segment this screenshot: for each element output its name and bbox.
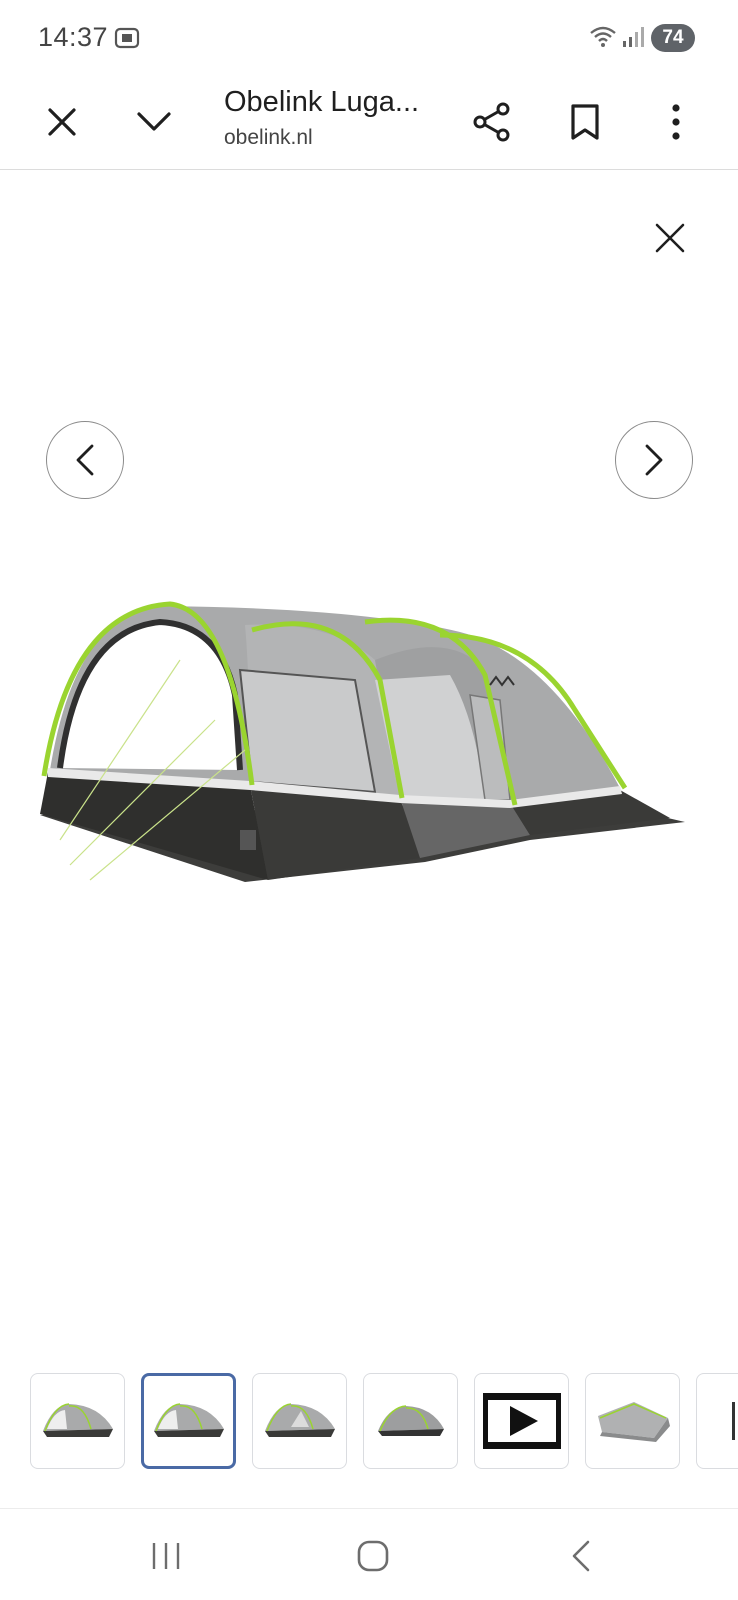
share-button[interactable] — [466, 96, 518, 148]
tent-image — [377, 1405, 444, 1436]
bookmark-button[interactable] — [559, 96, 611, 148]
thumbnail-3[interactable] — [252, 1373, 347, 1469]
signal-icon — [622, 26, 644, 48]
thumbnail-video[interactable] — [474, 1373, 569, 1469]
top-app-bar: Obelink Luga... obelink.nl — [0, 76, 738, 170]
thumbnail-7[interactable] — [696, 1373, 738, 1469]
thumbnail-4[interactable] — [363, 1373, 458, 1469]
close-icon — [655, 223, 685, 253]
status-time: 14:37 — [38, 22, 109, 52]
next-image-button[interactable] — [615, 421, 693, 499]
chevron-right-icon — [645, 444, 663, 476]
screenshot-icon — [114, 26, 140, 50]
close-icon — [48, 108, 76, 136]
thumbnail-2[interactable] — [141, 1373, 236, 1469]
close-tab-button[interactable] — [36, 96, 88, 148]
recent-apps-button[interactable] — [136, 1531, 196, 1581]
page-domain: obelink.nl — [224, 126, 313, 149]
tent-image — [42, 1403, 113, 1437]
chevron-left-icon — [76, 444, 94, 476]
status-bar: 14:37 74 — [0, 0, 738, 76]
more-vertical-icon — [672, 104, 680, 140]
tent-image — [731, 1402, 735, 1440]
tent-image[interactable] — [30, 600, 710, 910]
previous-image-button[interactable] — [46, 421, 124, 499]
thumbnail-1[interactable] — [30, 1373, 125, 1469]
system-navigation-bar — [0, 1508, 738, 1600]
tent-image — [153, 1403, 224, 1437]
home-button[interactable] — [343, 1531, 403, 1581]
back-icon — [572, 1540, 590, 1572]
back-button[interactable] — [551, 1531, 611, 1581]
tent-image — [597, 1402, 670, 1442]
battery-icon: 74 — [651, 24, 695, 52]
tent-image — [264, 1403, 335, 1437]
more-options-button[interactable] — [650, 96, 702, 148]
title-block[interactable]: Obelink Luga... obelink.nl — [224, 82, 444, 152]
video-thumbnail — [482, 1393, 561, 1449]
recent-apps-icon — [152, 1543, 180, 1569]
wifi-icon — [588, 24, 618, 50]
chevron-down-icon — [137, 112, 171, 131]
home-icon — [357, 1540, 389, 1572]
close-viewer-button[interactable] — [644, 212, 696, 264]
expand-button[interactable] — [128, 96, 180, 148]
thumbnail-strip — [30, 1373, 738, 1469]
bookmark-icon — [571, 104, 599, 140]
thumbnail-6[interactable] — [585, 1373, 680, 1469]
share-icon — [473, 102, 510, 142]
page-title: Obelink Luga... — [224, 86, 420, 118]
